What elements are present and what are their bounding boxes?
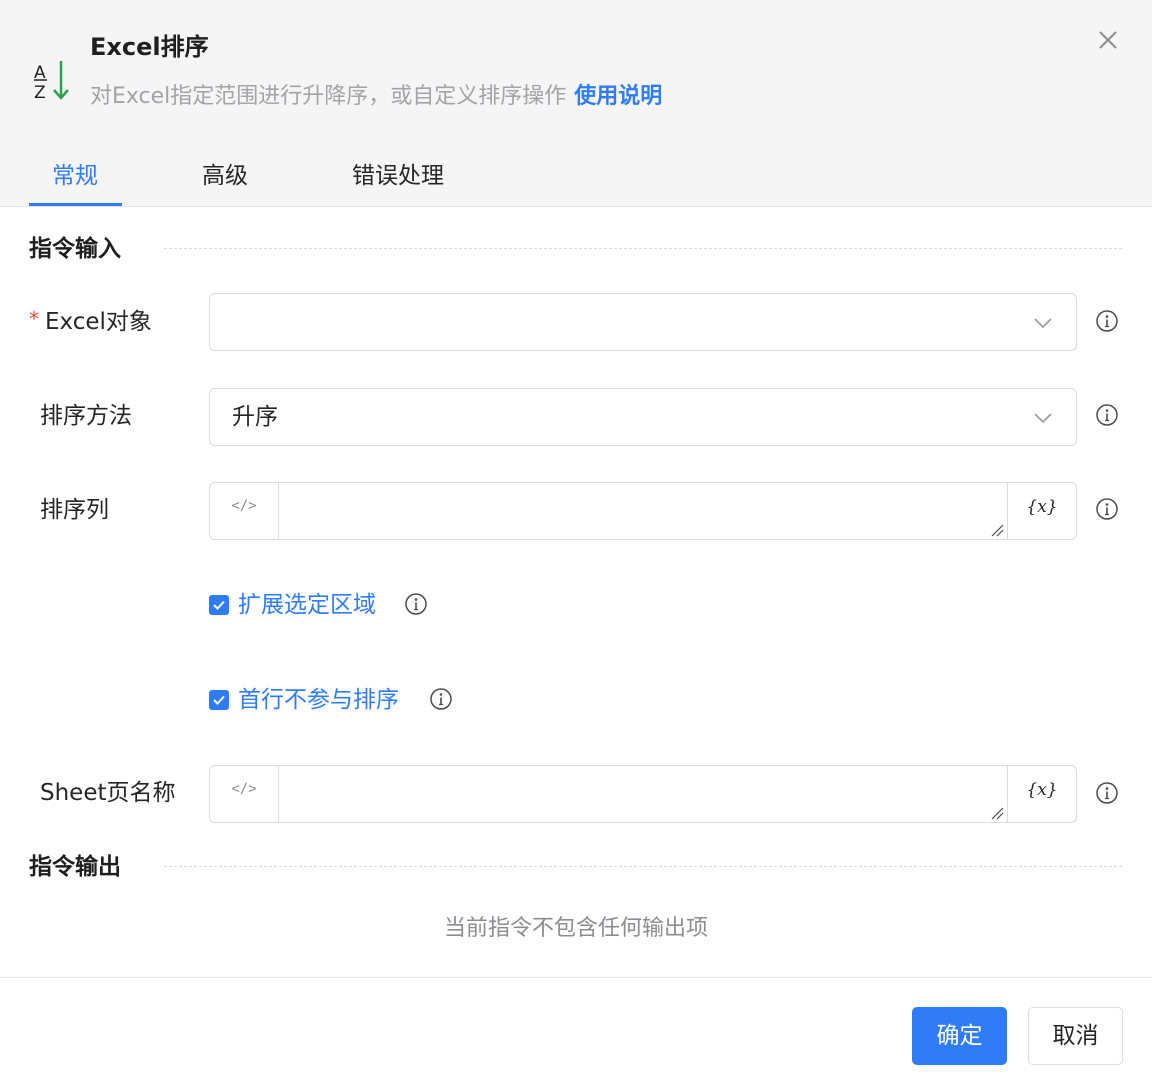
section-divider <box>164 248 1122 249</box>
excel-object-select[interactable] <box>209 293 1077 351</box>
confirm-button[interactable]: 确定 <box>912 1007 1007 1065</box>
resize-handle-icon[interactable] <box>990 806 1004 820</box>
field-label-sheet-name: Sheet页名称 <box>40 780 176 806</box>
resize-handle-icon[interactable] <box>990 523 1004 537</box>
code-mode-button[interactable]: </> <box>210 483 279 539</box>
sort-method-value: 升序 <box>232 404 278 430</box>
variable-icon: {x} <box>1026 497 1058 517</box>
info-icon[interactable] <box>430 688 452 710</box>
chevron-down-icon <box>1034 318 1052 329</box>
help-link[interactable]: 使用说明 <box>574 84 662 109</box>
info-icon[interactable] <box>1096 310 1118 332</box>
sheet-name-input-group: </> {x} <box>209 765 1077 823</box>
insert-variable-button[interactable]: {x} <box>1007 483 1076 539</box>
tab-error-handling[interactable]: 错误处理 <box>352 156 444 190</box>
skip-first-row-checkbox[interactable] <box>209 690 229 710</box>
cancel-button[interactable]: 取消 <box>1028 1007 1123 1065</box>
code-icon: </> <box>231 781 257 797</box>
section-title-output: 指令输出 <box>29 854 121 880</box>
sort-method-select[interactable]: 升序 <box>209 388 1077 446</box>
sort-column-input[interactable] <box>279 483 1008 539</box>
close-icon[interactable] <box>1094 26 1122 54</box>
skip-first-row-label[interactable]: 首行不参与排序 <box>238 685 399 715</box>
info-icon[interactable] <box>1096 404 1118 426</box>
active-tab-indicator <box>29 203 122 206</box>
checkmark-icon <box>213 600 225 610</box>
tab-general[interactable]: 常规 <box>52 156 98 190</box>
insert-variable-button[interactable]: {x} <box>1007 766 1076 822</box>
info-icon[interactable] <box>405 593 427 615</box>
excel-object-label: Excel对象 <box>45 309 152 335</box>
expand-selection-checkbox[interactable] <box>209 595 229 615</box>
chevron-down-icon <box>1034 413 1052 424</box>
dialog-header: A Z Excel排序 对Excel指定范围进行升降序，或自定义排序操作 使用说明… <box>0 0 1152 207</box>
svg-text:Z: Z <box>34 83 46 102</box>
sort-column-input-group: </> {x} <box>209 482 1077 540</box>
info-icon[interactable] <box>1096 498 1118 520</box>
field-label-sort-method: 排序方法 <box>40 403 132 429</box>
sort-az-icon: A Z <box>34 61 69 102</box>
info-icon[interactable] <box>1096 782 1118 804</box>
footer-divider <box>0 977 1152 978</box>
section-title-input: 指令输入 <box>29 236 121 262</box>
expand-selection-label[interactable]: 扩展选定区域 <box>238 590 376 620</box>
tab-advanced[interactable]: 高级 <box>202 156 248 190</box>
required-mark: * <box>29 307 39 331</box>
field-label-sort-column: 排序列 <box>40 497 109 523</box>
dialog-description: 对Excel指定范围进行升降序，或自定义排序操作 使用说明 <box>90 82 662 112</box>
code-icon: </> <box>231 498 257 514</box>
field-label-excel-object: * Excel对象 <box>29 307 152 337</box>
sheet-name-input[interactable] <box>279 766 1008 822</box>
variable-icon: {x} <box>1026 780 1058 800</box>
empty-output-message: 当前指令不包含任何输出项 <box>443 916 708 941</box>
dialog-title: Excel排序 <box>90 33 209 61</box>
section-divider <box>164 866 1122 867</box>
code-mode-button[interactable]: </> <box>210 766 279 822</box>
checkmark-icon <box>213 695 225 705</box>
description-text: 对Excel指定范围进行升降序，或自定义排序操作 <box>90 84 567 109</box>
